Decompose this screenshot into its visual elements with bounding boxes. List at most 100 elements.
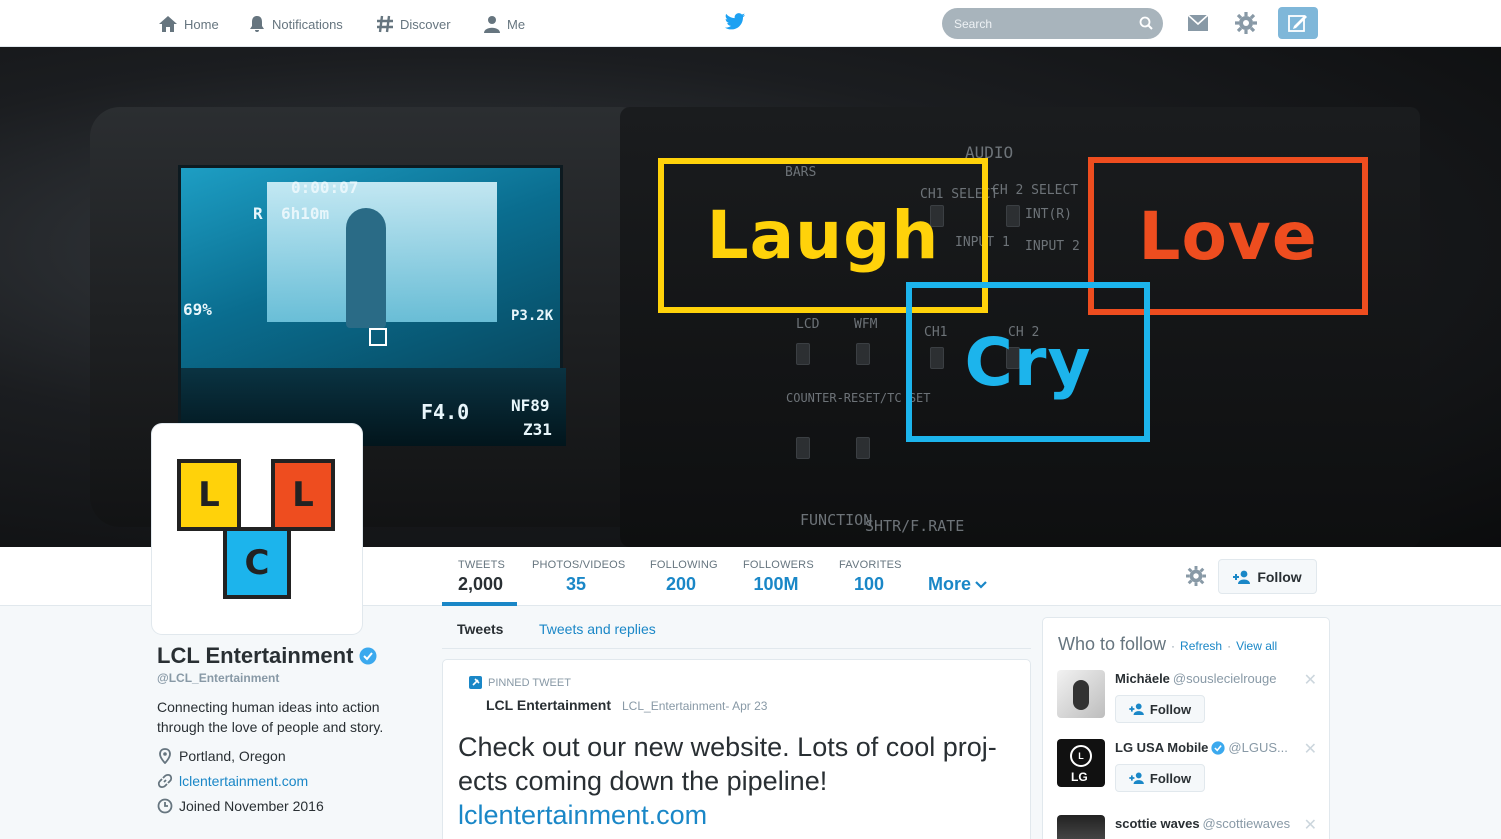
compose-tweet-button[interactable] [1278,7,1318,39]
dismiss-close-icon[interactable]: ✕ [1304,815,1317,835]
avatar-tile-c: C [223,527,291,599]
stat-tweets-value: 2,000 [458,574,504,594]
osd-nf: NF89 [511,396,550,415]
osd-p: P3.2K [511,308,554,324]
settings-gear-icon[interactable] [1235,12,1257,34]
profile-gear-icon[interactable] [1186,566,1206,586]
profile-bio-card: LCL Entertainment @LCL_Entertainment Con… [157,643,427,815]
follow-person-icon [1233,570,1251,584]
panel-label-int: INT(R) [1025,207,1072,222]
stat-followers-value: 100M [753,574,799,594]
profile-avatar[interactable]: L L C [152,424,362,634]
tweet-link[interactable]: lclentertainment.com [458,798,1018,832]
twitter-bird-icon[interactable] [724,12,746,32]
avatar-tile-l2: L [271,459,335,531]
search-input[interactable] [942,8,1122,39]
suggestion-handle[interactable]: @souslecielrouge [1173,671,1277,686]
stat-favorites-value: 100 [853,574,885,594]
profile-name[interactable]: LCL Entertainment [157,643,353,669]
more-label: More [928,574,972,594]
nav-notifications-label: Notifications [272,16,343,32]
panel-label-ch2-select: CH 2 SELECT [992,183,1079,198]
osd-rec: R [253,204,263,223]
top-navigation: Home Notifications Discover Me [0,0,1501,47]
follow-button-label: Follow [1257,568,1302,585]
panel-label-function: FUNCTION [800,511,873,529]
suggestion-name[interactable]: LG USA Mobile [1115,740,1208,755]
timeline-tabs: Tweets Tweets and replies [442,606,1031,649]
stat-photos-value: 35 [565,574,587,594]
panel-button [796,437,810,459]
stat-favorites-label: FAVORITES [839,559,902,571]
who-to-follow-module: Who to follow · Refresh · View all Michä… [1042,617,1330,839]
view-all-link[interactable]: View all [1236,639,1277,653]
refresh-link[interactable]: Refresh [1180,639,1222,653]
nav-me-label: Me [507,16,526,32]
header-separator: · [1171,639,1176,653]
suggestion-name-row: Michäele @souslecielrouge [1115,671,1276,686]
tab-tweets[interactable]: Tweets [457,621,503,637]
clock-icon [157,798,173,813]
location-pin-icon [159,747,171,764]
nav-home-label: Home [184,16,219,32]
search-icon[interactable] [1139,16,1153,30]
suggestion-name[interactable]: Michäele [1115,671,1170,686]
follow-button[interactable]: Follow [1218,559,1317,594]
follow-person-icon [1129,703,1144,715]
verified-badge-icon [1211,740,1226,755]
search-box[interactable] [942,8,1163,39]
panel-label-shutter: SHTR/F.RATE [865,517,965,535]
stat-following-value: 200 [665,574,697,594]
stat-followers[interactable]: FOLLOWERS 100M [743,559,814,595]
osd-zoom: Z31 [523,420,552,439]
suggestion-handle[interactable]: @LGUS... [1228,740,1287,755]
suggestion-follow-button[interactable]: Follow [1115,764,1205,792]
pinned-label: PINNED TWEET [488,676,571,689]
nav-notifications[interactable]: Notifications [248,13,343,35]
link-icon [157,773,173,788]
camera-viewfinder: 0:00:07 6h10m R 69% F4.0 NF89 Z31 P3.2K [178,165,566,446]
suggestion-avatar[interactable] [1057,815,1105,839]
bell-icon [250,16,264,32]
suggestion-follow-button[interactable]: Follow [1115,695,1205,723]
stat-favorites[interactable]: FAVORITES 100 [839,559,902,595]
stat-tweets[interactable]: TWEETS 2,000 [458,559,505,595]
osd-battery: 69% [183,300,212,319]
pin-icon [469,676,482,689]
dismiss-close-icon[interactable]: ✕ [1304,739,1317,759]
suggestion-name[interactable]: scottie waves [1115,816,1200,831]
panel-label-lcd: LCD [796,317,820,332]
stat-following[interactable]: FOLLOWING 200 [650,559,718,595]
profile-joined-text: Joined November 2016 [179,797,324,814]
profile-website-link[interactable]: lclentertainment.com [179,773,308,789]
nav-discover[interactable]: Discover [376,13,451,35]
osd-remaining: 6h10m [281,204,330,223]
suggestion-item: L LG LG USA Mobile @LGUS... ✕ Follow [1057,739,1319,799]
nav-home[interactable]: Home [158,13,219,35]
suggestion-avatar[interactable] [1057,670,1105,718]
follow-person-icon [1129,772,1144,784]
panel-switch [1006,205,1020,227]
dismiss-close-icon[interactable]: ✕ [1304,670,1317,690]
suggestion-handle[interactable]: @scottiewaves [1203,816,1291,831]
nav-me[interactable]: Me [483,13,525,35]
suggestion-name-row: LG USA Mobile @LGUS... [1115,740,1288,755]
envelope-icon[interactable] [1187,14,1209,32]
person-icon [484,16,500,33]
profile-location-text: Portland, Oregon [179,747,286,764]
who-to-follow-header: Who to follow · Refresh · View all [1058,634,1277,655]
more-dropdown[interactable]: More [928,574,987,595]
panel-label-input2: INPUT 2 [1025,239,1080,254]
hashtag-icon [377,15,393,33]
stat-photos-label: PHOTOS/VIDEOS [532,559,626,571]
stat-photos-videos[interactable]: PHOTOS/VIDEOS 35 [532,559,626,595]
tweet-meta[interactable]: LCL_Entertainment- Apr 23 [622,699,767,713]
stat-following-label: FOLLOWING [650,559,718,571]
suggestion-avatar[interactable]: L LG [1057,739,1105,787]
compose-icon [1288,15,1307,32]
tweet-author-name[interactable]: LCL Entertainment [486,697,611,713]
profile-description: Connecting human ideas into action throu… [157,699,384,735]
profile-handle[interactable]: @LCL_Entertainment [157,671,427,685]
tab-tweets-and-replies[interactable]: Tweets and replies [539,621,656,637]
pinned-tweet-card[interactable]: PINNED TWEET LCL Entertainment LCL_Enter… [442,659,1031,839]
